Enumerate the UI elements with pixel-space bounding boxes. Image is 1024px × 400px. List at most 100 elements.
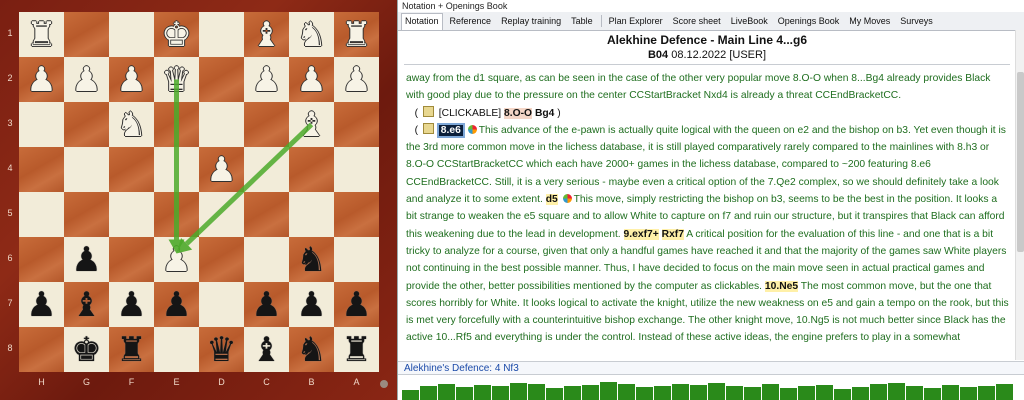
black-rook-a8[interactable]: ♜: [334, 327, 379, 372]
square-g1[interactable]: [64, 12, 109, 57]
square-f1[interactable]: [109, 12, 154, 57]
square-h8[interactable]: [19, 327, 64, 372]
square-d2[interactable]: [199, 57, 244, 102]
square-h5[interactable]: [19, 192, 64, 237]
black-bishop-c8[interactable]: ♝: [244, 327, 289, 372]
square-e3[interactable]: [154, 102, 199, 147]
white-pawn-h2[interactable]: ♟: [19, 57, 64, 102]
square-c4[interactable]: [244, 147, 289, 192]
square-a5[interactable]: [334, 192, 379, 237]
tab-bar: Notation Reference Replay training Table Pla…: [398, 12, 1024, 31]
square-h3[interactable]: [19, 102, 64, 147]
square-e4[interactable]: [154, 147, 199, 192]
white-knight-b1[interactable]: ♞: [289, 12, 334, 57]
scrollbar-thumb[interactable]: [1017, 72, 1024, 252]
tab-notation[interactable]: Notation: [401, 13, 443, 30]
black-knight-b8[interactable]: ♞: [289, 327, 334, 372]
square-c6[interactable]: [244, 237, 289, 282]
black-pawn-h7[interactable]: ♟: [19, 282, 64, 327]
tab-openings-book[interactable]: Openings Book: [775, 14, 843, 28]
white-queen-e2[interactable]: ♛: [154, 57, 199, 102]
move-d5[interactable]: d5: [545, 194, 558, 206]
black-bishop-g7[interactable]: ♝: [64, 282, 109, 327]
square-d7[interactable]: [199, 282, 244, 327]
square-g5[interactable]: [64, 192, 109, 237]
tab-table[interactable]: Table: [568, 14, 596, 28]
square-a6[interactable]: [334, 237, 379, 282]
white-pawn-g2[interactable]: ♟: [64, 57, 109, 102]
white-king-e1[interactable]: ♚: [154, 12, 199, 57]
tab-livebook[interactable]: LiveBook: [728, 14, 771, 28]
square-d6[interactable]: [199, 237, 244, 282]
black-pawn-e7[interactable]: ♟: [154, 282, 199, 327]
eval-bar: [636, 387, 653, 400]
white-pawn-b2[interactable]: ♟: [289, 57, 334, 102]
white-pawn-e6[interactable]: ♟: [154, 237, 199, 282]
variation-box-icon[interactable]: [422, 105, 434, 117]
white-bishop-b3[interactable]: ♝: [289, 102, 334, 147]
notation-scrollbar[interactable]: [1015, 30, 1024, 360]
evaluation-graph[interactable]: [398, 376, 1024, 400]
file-label: C: [263, 377, 270, 387]
window-title: Notation + Openings Book: [398, 0, 1024, 12]
square-e5[interactable]: [154, 192, 199, 237]
square-f4[interactable]: [109, 147, 154, 192]
square-f6[interactable]: [109, 237, 154, 282]
square-a3[interactable]: [334, 102, 379, 147]
board-orientation-dot[interactable]: [380, 380, 388, 388]
white-rook-a1[interactable]: ♜: [334, 12, 379, 57]
move-8-o-o[interactable]: 8.O-O: [504, 107, 533, 119]
black-rook-f8[interactable]: ♜: [109, 327, 154, 372]
square-c3[interactable]: [244, 102, 289, 147]
square-f5[interactable]: [109, 192, 154, 237]
square-d5[interactable]: [199, 192, 244, 237]
square-h4[interactable]: [19, 147, 64, 192]
tab-plan-explorer[interactable]: Plan Explorer: [606, 14, 666, 28]
move-9-exf7[interactable]: 9.exf7+: [623, 228, 659, 240]
square-b4[interactable]: [289, 147, 334, 192]
black-pawn-a7[interactable]: ♟: [334, 282, 379, 327]
square-c5[interactable]: [244, 192, 289, 237]
square-g4[interactable]: [64, 147, 109, 192]
black-knight-b6[interactable]: ♞: [289, 237, 334, 282]
tab-surveys[interactable]: Surveys: [897, 14, 936, 28]
tab-replay-training[interactable]: Replay training: [498, 14, 564, 28]
current-move-8-e6[interactable]: 8.e6: [436, 122, 465, 138]
square-d3[interactable]: [199, 102, 244, 147]
tab-my-moves[interactable]: My Moves: [846, 14, 893, 28]
black-pawn-g6[interactable]: ♟: [64, 237, 109, 282]
eval-bar: [690, 385, 707, 400]
variation-box-icon[interactable]: [422, 122, 434, 134]
black-pawn-b7[interactable]: ♟: [289, 282, 334, 327]
white-pawn-c2[interactable]: ♟: [244, 57, 289, 102]
square-g3[interactable]: [64, 102, 109, 147]
annotation-text: Nxd4 is already a threat: [700, 90, 816, 102]
move-rxf7[interactable]: Rxf7: [661, 228, 684, 240]
eval-bar: [438, 384, 455, 400]
file-label: A: [353, 377, 360, 387]
eval-bar: [834, 389, 851, 400]
white-pawn-f2[interactable]: ♟: [109, 57, 154, 102]
tab-reference[interactable]: Reference: [447, 14, 495, 28]
move-10-ne5[interactable]: 10.Ne5: [764, 280, 799, 292]
chess-board[interactable]: ♜ ♚ ♝ ♞ ♜ ♟ ♟ ♟ ♛ ♟ ♟ ♟ ♞ ♝ ♟ ♟ ♟ ♞ ♟ ♝ ♟ ♟ ♟ ♟ ♟ ♚ ♜ ♛ ♝ ♞ ♜: [19, 12, 379, 372]
white-knight-f3[interactable]: ♞: [109, 102, 154, 147]
move-bg4[interactable]: Bg4: [535, 108, 554, 119]
white-pawn-d4[interactable]: ♟: [199, 147, 244, 192]
black-pawn-f7[interactable]: ♟: [109, 282, 154, 327]
square-b5[interactable]: [289, 192, 334, 237]
black-king-g8[interactable]: ♚: [64, 327, 109, 372]
square-e8[interactable]: [154, 327, 199, 372]
black-pawn-c7[interactable]: ♟: [244, 282, 289, 327]
black-queen-d8[interactable]: ♛: [199, 327, 244, 372]
square-a4[interactable]: [334, 147, 379, 192]
chess-board-frame: ♜ ♚ ♝ ♞ ♜ ♟ ♟ ♟ ♛ ♟ ♟ ♟ ♞ ♝ ♟ ♟ ♟ ♞ ♟ ♝ ♟ ♟ ♟ ♟ ♟ ♚ ♜ ♛ ♝ ♞ ♜ 12345678…: [0, 0, 397, 400]
notation-text[interactable]: away from the d1 square, as can be seen …: [406, 70, 1010, 360]
tab-score-sheet[interactable]: Score sheet: [670, 14, 724, 28]
square-d1[interactable]: [199, 12, 244, 57]
white-pawn-a2[interactable]: ♟: [334, 57, 379, 102]
game-subtitle: B04 08.12.2022 [USER]: [398, 48, 1016, 62]
square-h6[interactable]: [19, 237, 64, 282]
white-rook-h1[interactable]: ♜: [19, 12, 64, 57]
white-bishop-c1[interactable]: ♝: [244, 12, 289, 57]
